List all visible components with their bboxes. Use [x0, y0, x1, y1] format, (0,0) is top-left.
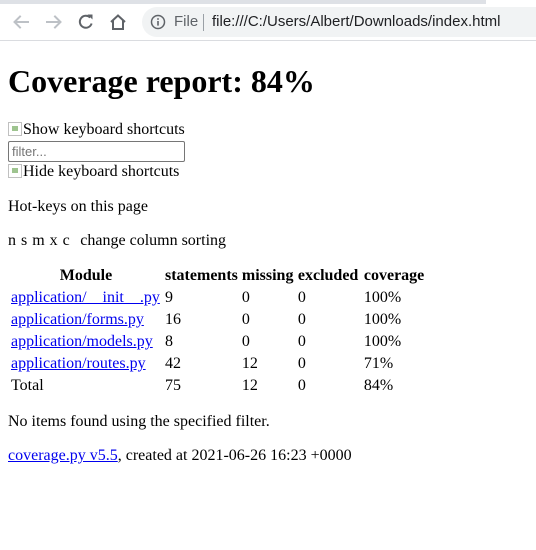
reload-icon — [78, 14, 93, 29]
excluded-cell: 0 — [297, 311, 306, 328]
total-coverage: 84% — [363, 377, 394, 394]
module-link[interactable]: application/__init__.py — [11, 289, 160, 306]
excluded-cell: 0 — [297, 289, 306, 306]
coverage-cell: 100% — [363, 289, 402, 306]
security-label[interactable]: File — [174, 13, 198, 30]
coverage-py-link[interactable]: coverage.py v5.5 — [8, 447, 118, 464]
page-title: Coverage report: 84% — [8, 63, 315, 99]
hide-shortcuts-image[interactable]: Hide keyboard shortcuts — [8, 163, 528, 181]
column-header-missing[interactable]: missing — [241, 266, 295, 286]
table-header-row: Module statements missing excluded cover… — [10, 266, 427, 286]
column-header-module[interactable]: Module — [10, 266, 162, 286]
total-missing: 12 — [241, 377, 258, 394]
statements-cell: 42 — [165, 355, 181, 372]
column-header-excluded[interactable]: excluded — [297, 266, 361, 286]
footer-created-text: , created at 2021-06-26 16:23 +0000 — [117, 447, 352, 464]
missing-cell: 12 — [241, 355, 258, 372]
show-shortcuts-image[interactable]: Show keyboard shortcuts — [8, 121, 528, 139]
hide-shortcuts-alt: Hide keyboard shortcuts — [23, 163, 180, 180]
back-arrow-icon — [13, 15, 29, 29]
total-label: Total — [11, 377, 44, 394]
total-statements: 75 — [165, 377, 181, 394]
broken-image-icon — [8, 164, 22, 178]
module-cell: application/forms.py — [10, 310, 162, 330]
missing-cell: 0 — [241, 333, 250, 350]
coverage-cell: 100% — [363, 311, 402, 328]
missing-cell: 0 — [241, 311, 250, 328]
footer: coverage.py v5.5, created at 2021-06-26 … — [8, 447, 528, 465]
info-icon[interactable] — [150, 14, 166, 30]
table-row: application/forms.py 16 0 0 100% — [10, 310, 427, 330]
coverage-cell: 100% — [363, 333, 402, 350]
page-content: Coverage report: 84% Show keyboard short… — [8, 41, 528, 465]
module-link[interactable]: application/forms.py — [11, 311, 144, 328]
broken-image-icon — [8, 122, 22, 136]
module-link[interactable]: application/routes.py — [11, 355, 146, 372]
home-icon — [110, 14, 126, 30]
table-total-row: Total 75 12 0 84% — [10, 376, 427, 396]
address-separator — [203, 14, 204, 31]
statements-cell: 16 — [165, 311, 181, 328]
column-header-statements[interactable]: statements — [164, 266, 239, 286]
no-items-message: No items found using the specified filte… — [8, 413, 270, 430]
hotkeys-keys: n s m x c — [8, 232, 71, 249]
coverage-cell: 71% — [363, 355, 394, 372]
module-link[interactable]: application/models.py — [11, 333, 153, 350]
filter-input[interactable] — [8, 141, 185, 162]
module-cell: application/__init__.py — [10, 288, 162, 308]
table-row: application/models.py 8 0 0 100% — [10, 332, 427, 352]
module-cell: application/models.py — [10, 332, 162, 352]
table-row: application/__init__.py 9 0 0 100% — [10, 288, 427, 308]
missing-cell: 0 — [241, 289, 250, 306]
show-shortcuts-alt: Show keyboard shortcuts — [23, 121, 185, 138]
total-excluded: 0 — [297, 377, 306, 394]
back-button[interactable] — [10, 11, 32, 33]
forward-arrow-icon — [46, 15, 62, 29]
coverage-table: Module statements missing excluded cover… — [8, 264, 429, 398]
forward-button[interactable] — [43, 11, 65, 33]
hotkeys-desc: change column sorting — [80, 232, 227, 249]
address-bar[interactable]: File file:///C:/Users/Albert/Downloads/i… — [142, 7, 536, 37]
reload-button[interactable] — [75, 11, 97, 33]
home-button[interactable] — [107, 11, 129, 33]
module-cell: application/routes.py — [10, 354, 162, 374]
table-row: application/routes.py 42 12 0 71% — [10, 354, 427, 374]
hotkeys-title: Hot-keys on this page — [8, 198, 148, 215]
excluded-cell: 0 — [297, 355, 306, 372]
hotkeys-line: n s m x c change column sorting — [8, 232, 528, 250]
browser-toolbar: File file:///C:/Users/Albert/Downloads/i… — [0, 4, 536, 41]
column-header-coverage[interactable]: coverage — [363, 266, 427, 286]
url-text[interactable]: file:///C:/Users/Albert/Downloads/index.… — [212, 13, 500, 30]
statements-cell: 8 — [165, 333, 173, 350]
excluded-cell: 0 — [297, 333, 306, 350]
statements-cell: 9 — [165, 289, 173, 306]
